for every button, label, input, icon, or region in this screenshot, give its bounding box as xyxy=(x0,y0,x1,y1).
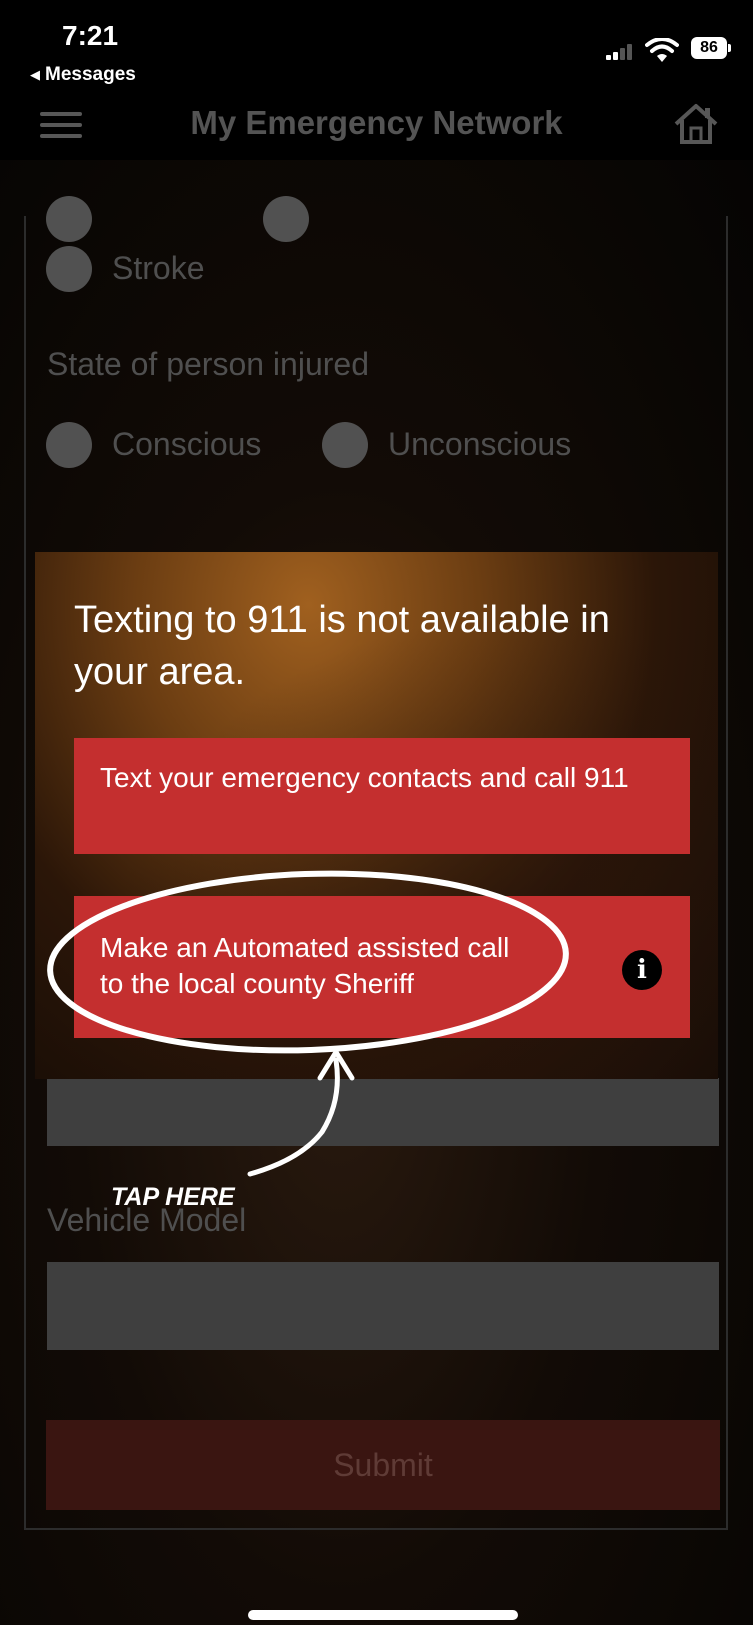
home-indicator xyxy=(248,1610,518,1620)
annotation-arrow xyxy=(247,1057,340,1177)
tap-here-label: TAP HERE xyxy=(111,1183,235,1211)
annotation-ellipse xyxy=(47,870,569,1054)
app-screen: 7:21 ◀ Messages 86 My Emergency Network xyxy=(0,0,753,1625)
annotation-overlay xyxy=(47,870,569,1177)
